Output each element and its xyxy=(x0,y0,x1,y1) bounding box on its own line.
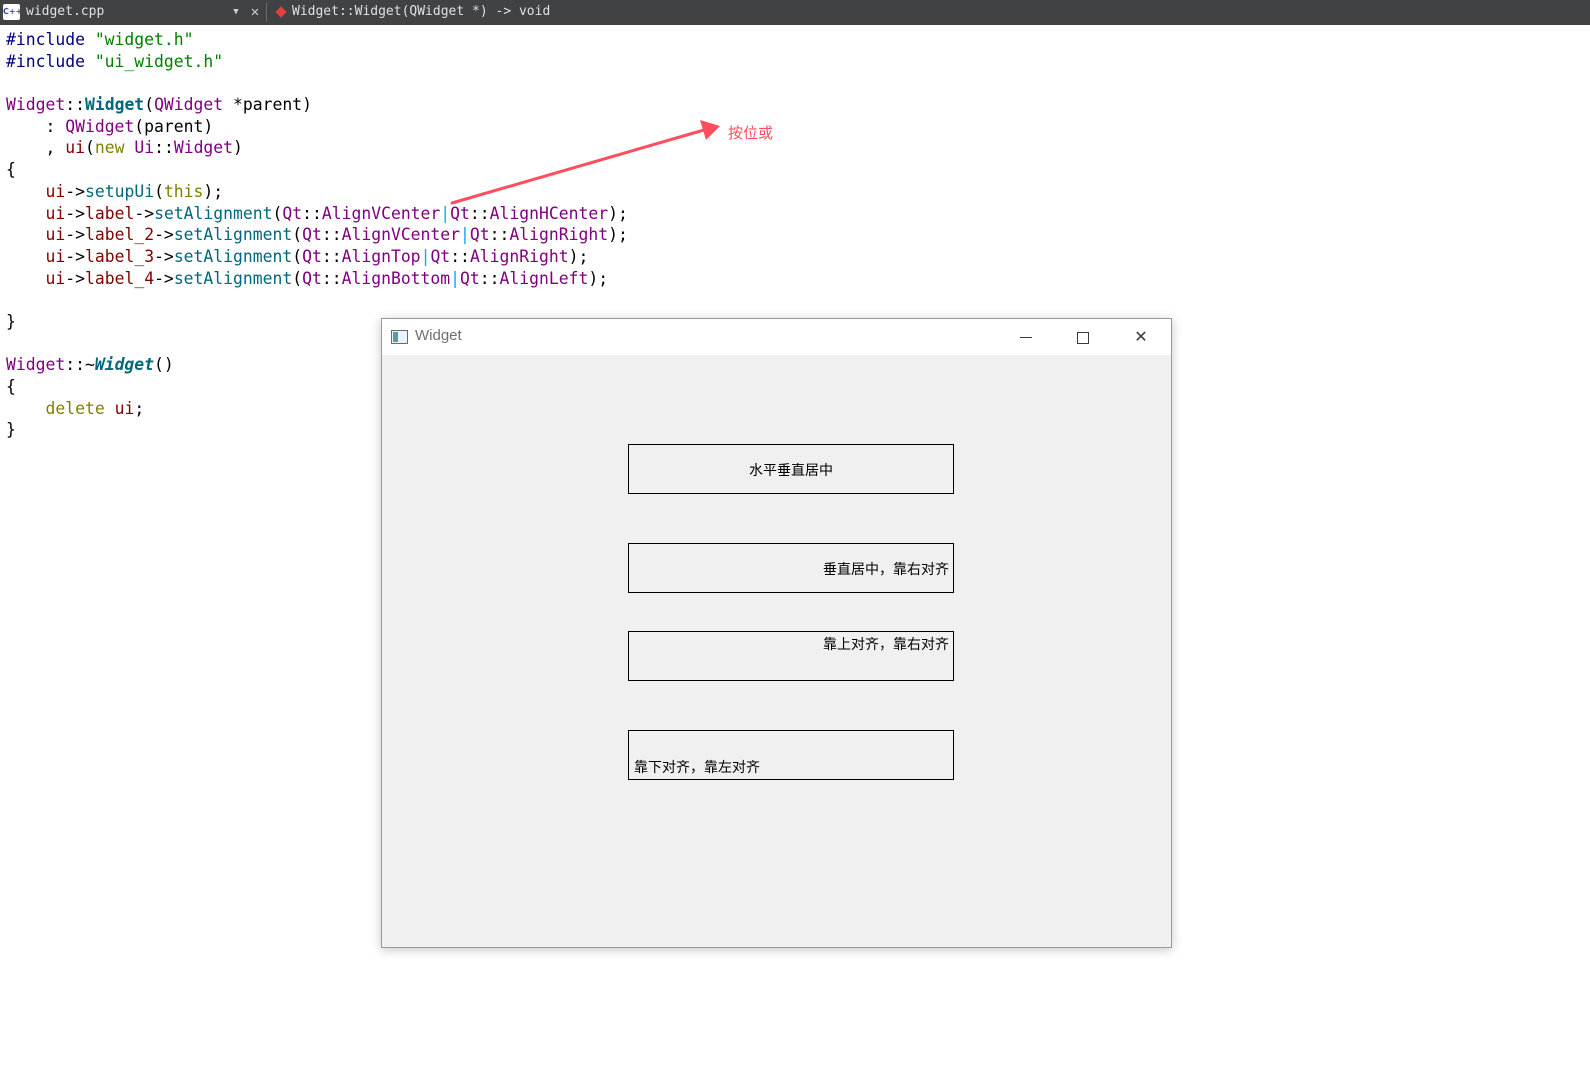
widget-window: Widget ✕ 水平垂直居中 垂直居中，靠右对齐 靠上对齐，靠右对齐 靠下对齐… xyxy=(381,318,1172,948)
window-title: Widget xyxy=(415,327,462,344)
label-center: 水平垂直居中 xyxy=(628,444,954,494)
label-vcenter-right: 垂直居中，靠右对齐 xyxy=(628,543,954,593)
minimize-icon xyxy=(1020,337,1032,338)
annotation-label: 按位或 xyxy=(728,124,774,142)
close-icon: ✕ xyxy=(1134,327,1148,346)
close-button[interactable]: ✕ xyxy=(1118,319,1164,355)
maximize-icon xyxy=(1077,331,1089,344)
label-center-text: 水平垂直居中 xyxy=(749,463,833,479)
minimize-button[interactable] xyxy=(1003,319,1049,355)
maximize-button[interactable] xyxy=(1060,319,1106,355)
label-bottom-left-text: 靠下对齐，靠左对齐 xyxy=(634,760,760,776)
label-bottom-left: 靠下对齐，靠左对齐 xyxy=(628,730,954,780)
label-top-right-text: 靠上对齐，靠右对齐 xyxy=(823,637,949,653)
label-vcenter-right-text: 垂直居中，靠右对齐 xyxy=(823,562,949,578)
window-titlebar[interactable]: Widget ✕ xyxy=(382,319,1171,355)
label-top-right: 靠上对齐，靠右对齐 xyxy=(628,631,954,681)
window-app-icon xyxy=(391,330,408,344)
